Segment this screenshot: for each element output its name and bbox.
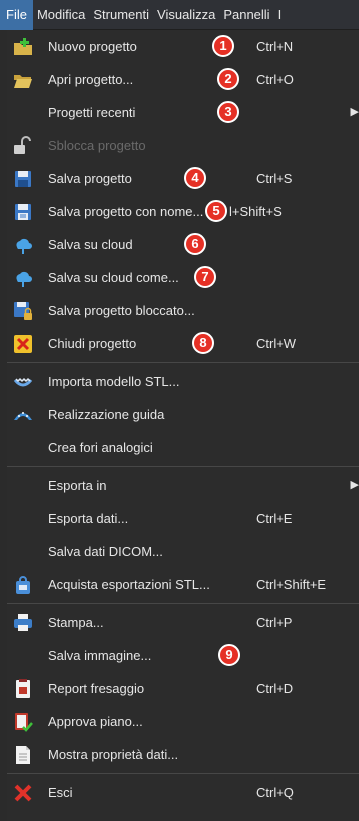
menu-item-crea-fori[interactable]: Crea fori analogici [7, 431, 359, 464]
close-project-icon [14, 335, 32, 353]
menu-item-salva-immagine[interactable]: Salva immagine... 9 [7, 639, 359, 672]
shortcut-label: Ctrl+Shift+E [256, 577, 327, 592]
menu-item-label: Nuovo progetto [48, 39, 137, 54]
menu-item-esporta-dati[interactable]: Esporta dati... Ctrl+E [7, 502, 359, 535]
menu-cut-off[interactable]: I [274, 0, 286, 30]
menu-item-label: Sblocca progetto [48, 138, 146, 153]
menu-item-label: Salva progetto bloccato... [48, 303, 195, 318]
menu-item-label: Esporta dati... [48, 511, 129, 526]
printer-icon [14, 614, 32, 631]
menu-item-chiudi-progetto[interactable]: Chiudi progetto 8 Ctrl+W [7, 327, 359, 360]
file-menu-dropdown: Nuovo progetto 1 Ctrl+N Apri progetto...… [7, 30, 359, 821]
step-badge: 9 [218, 644, 240, 666]
report-icon [16, 679, 30, 698]
menu-item-importa-stl[interactable]: Importa modello STL... [7, 365, 359, 398]
menu-item-salva-su-cloud[interactable]: Salva su cloud 6 [7, 228, 359, 261]
menu-item-label: Acquista esportazioni STL... [48, 577, 210, 592]
menu-separator [7, 773, 359, 774]
shortcut-label: Ctrl+E [256, 511, 293, 526]
shortcut-label: l+Shift+S [229, 204, 282, 219]
step-badge: 5 [205, 200, 227, 222]
menu-item-label: Approva piano... [48, 714, 143, 729]
menu-item-label: Salva dati DICOM... [48, 544, 163, 559]
menu-strumenti[interactable]: Strumenti [89, 0, 153, 30]
unlock-icon [14, 136, 31, 154]
menu-item-label: Report fresaggio [48, 681, 145, 696]
shortcut-label: Ctrl+O [256, 72, 294, 87]
menu-bar: File Modifica Strumenti Visualizza Panne… [0, 0, 359, 30]
new-project-icon [14, 38, 32, 55]
guide-icon [14, 412, 32, 420]
menu-modifica[interactable]: Modifica [33, 0, 89, 30]
menu-item-label: Stampa... [48, 615, 104, 630]
submenu-arrow-icon: ▶ [350, 479, 359, 491]
menu-item-label: Chiudi progetto [48, 336, 137, 351]
open-folder-icon [14, 75, 32, 88]
cloud-save-as-icon [16, 271, 32, 287]
step-badge: 8 [192, 332, 214, 354]
menu-item-salva-con-nome[interactable]: Salva progetto con nome... 5 l+Shift+S [7, 195, 359, 228]
menu-file[interactable]: File [0, 0, 33, 30]
step-badge: 4 [184, 167, 206, 189]
menu-item-approva-piano[interactable]: Approva piano... [7, 705, 359, 738]
shortcut-label: Ctrl+D [256, 681, 294, 696]
menu-item-label: Salva progetto con nome... [48, 204, 204, 219]
menu-item-apri-progetto[interactable]: Apri progetto... 2 Ctrl+O [7, 63, 359, 96]
shortcut-label: Ctrl+Q [256, 785, 294, 800]
menu-item-label: Importa modello STL... [48, 374, 180, 389]
save-locked-icon [14, 302, 32, 320]
save-icon [15, 171, 31, 187]
menu-item-label: Crea fori analogici [48, 440, 153, 455]
menu-separator [7, 466, 359, 467]
step-badge: 6 [184, 233, 206, 255]
shortcut-label: Ctrl+S [256, 171, 293, 186]
step-badge: 1 [212, 35, 234, 57]
menu-item-label: Salva su cloud [48, 237, 133, 252]
menu-item-label: Esci [48, 785, 73, 800]
menu-item-acquista-esportazioni[interactable]: Acquista esportazioni STL... Ctrl+Shift+… [7, 568, 359, 601]
step-badge: 3 [217, 101, 239, 123]
menu-separator [7, 603, 359, 604]
shortcut-label: Ctrl+N [256, 39, 294, 54]
approve-icon [15, 713, 33, 732]
step-badge: 7 [194, 266, 216, 288]
menu-item-esporta-in[interactable]: Esporta in ▶ [7, 469, 359, 502]
menu-pannelli[interactable]: Pannelli [219, 0, 273, 30]
menu-item-salva-bloccato[interactable]: Salva progetto bloccato... [7, 294, 359, 327]
menu-item-progetti-recenti[interactable]: Progetti recenti 3 ▶ [7, 96, 359, 129]
menu-item-label: Esporta in [48, 478, 107, 493]
menu-visualizza[interactable]: Visualizza [153, 0, 219, 30]
submenu-arrow-icon: ▶ [350, 106, 359, 118]
menu-item-salva-dicom[interactable]: Salva dati DICOM... [7, 535, 359, 568]
menu-item-label: Salva progetto [48, 171, 132, 186]
menu-item-label: Progetti recenti [48, 105, 136, 120]
menu-item-nuovo-progetto[interactable]: Nuovo progetto 1 Ctrl+N [7, 30, 359, 63]
cloud-save-icon [16, 238, 32, 254]
menu-item-salva-su-cloud-come[interactable]: Salva su cloud come... 7 [7, 261, 359, 294]
menu-item-stampa[interactable]: Stampa... Ctrl+P [7, 606, 359, 639]
menu-item-label: Salva su cloud come... [48, 270, 179, 285]
menu-item-mostra-proprieta[interactable]: Mostra proprietà dati... [7, 738, 359, 771]
shop-bag-icon [16, 576, 30, 594]
menu-item-label: Apri progetto... [48, 72, 134, 87]
save-as-icon [15, 204, 31, 220]
menu-separator [7, 362, 359, 363]
shortcut-label: Ctrl+P [256, 615, 293, 630]
exit-icon [14, 784, 32, 802]
menu-item-sblocca-progetto: Sblocca progetto [7, 129, 359, 162]
shortcut-label: Ctrl+W [256, 336, 297, 351]
import-stl-icon [13, 377, 33, 387]
properties-icon [16, 746, 30, 764]
menu-item-esci[interactable]: Esci Ctrl+Q [7, 776, 359, 809]
menu-item-report-fresaggio[interactable]: Report fresaggio Ctrl+D [7, 672, 359, 705]
menu-item-salva-progetto[interactable]: Salva progetto 4 Ctrl+S [7, 162, 359, 195]
step-badge: 2 [217, 68, 239, 90]
menu-item-label: Mostra proprietà dati... [48, 747, 179, 762]
menu-item-label: Salva immagine... [48, 648, 152, 663]
menu-item-realizzazione-guida[interactable]: Realizzazione guida [7, 398, 359, 431]
menu-item-label: Realizzazione guida [48, 407, 165, 422]
